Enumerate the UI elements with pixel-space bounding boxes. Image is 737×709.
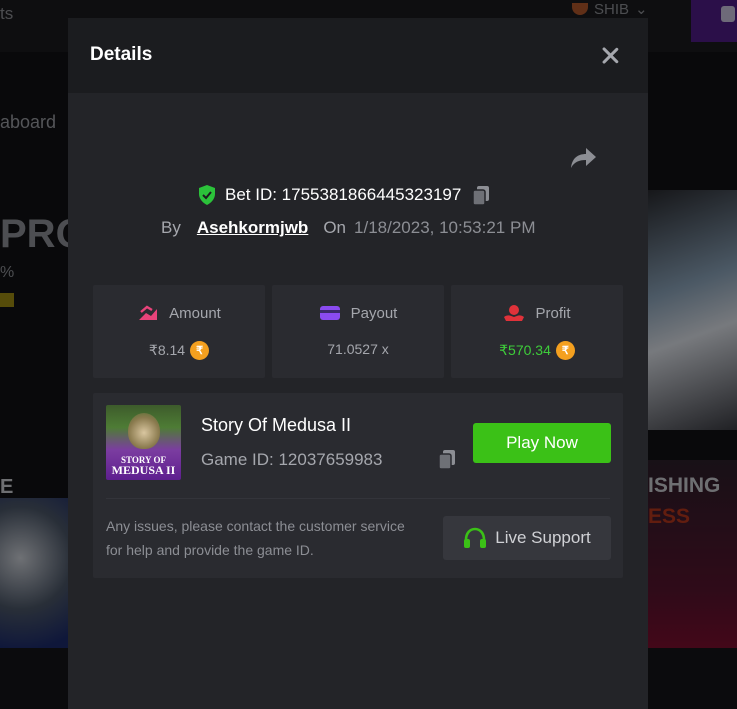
stat-profit-value: ₹570.34 xyxy=(499,342,551,358)
live-support-button[interactable]: Live Support xyxy=(443,516,611,560)
rupee-coin-icon: ₹ xyxy=(555,341,575,360)
stat-amount-label: Amount xyxy=(169,304,221,322)
payout-icon xyxy=(319,306,340,320)
details-modal: Details Bet ID: 1755381866445323197 By A… xyxy=(68,18,648,709)
share-icon[interactable] xyxy=(568,145,598,171)
support-hint-text: Any issues, please contact the customer … xyxy=(106,518,405,558)
bet-date: 1/18/2023, 10:53:21 PM xyxy=(354,218,536,237)
bet-stats: Amount ₹8.14 ₹ Payout 71.0527 x Profit ₹… xyxy=(93,285,623,378)
bet-id-row: Bet ID: 1755381866445323197 xyxy=(198,184,492,206)
copy-icon[interactable] xyxy=(436,448,458,470)
close-icon[interactable] xyxy=(598,44,622,68)
modal-header: Details xyxy=(68,18,648,93)
by-label: By xyxy=(161,218,181,237)
thumbnail-logo: STORY OF MEDUSA II xyxy=(106,455,181,477)
game-name: Story Of Medusa II xyxy=(201,415,352,435)
game-thumbnail[interactable]: STORY OF MEDUSA II xyxy=(106,405,181,480)
shield-check-icon xyxy=(199,185,215,205)
game-id: Game ID: 12037659983 xyxy=(201,450,383,469)
stat-payout-value: 71.0527 x xyxy=(327,341,389,357)
headset-icon xyxy=(464,527,487,548)
game-card: STORY OF MEDUSA II Story Of Medusa II Ga… xyxy=(93,393,623,578)
modal-title: Details xyxy=(90,44,153,65)
thumbnail-logo-line2: MEDUSA II xyxy=(111,463,176,477)
profit-icon xyxy=(504,305,525,321)
stat-amount: Amount ₹8.14 ₹ xyxy=(93,285,265,378)
live-support-label: Live Support xyxy=(495,528,591,547)
copy-icon[interactable] xyxy=(470,184,492,206)
bet-id-text: Bet ID: 1755381866445323197 xyxy=(225,185,462,204)
divider xyxy=(106,498,610,499)
rupee-coin-icon: ₹ xyxy=(190,341,210,360)
medusa-artwork xyxy=(128,413,160,449)
stat-amount-value: ₹8.14 xyxy=(148,342,186,358)
stat-profit: Profit ₹570.34 ₹ xyxy=(451,285,623,378)
on-label: On xyxy=(323,218,347,237)
stat-payout: Payout 71.0527 x xyxy=(272,285,444,378)
bet-owner-row: By Asehkormjwb On 1/18/2023, 10:53:21 PM xyxy=(161,218,536,238)
play-now-button[interactable]: Play Now xyxy=(473,423,611,463)
amount-icon xyxy=(139,305,158,320)
username-link[interactable]: Asehkormjwb xyxy=(197,218,308,238)
stat-payout-label: Payout xyxy=(350,304,398,322)
stat-profit-label: Profit xyxy=(535,304,571,322)
